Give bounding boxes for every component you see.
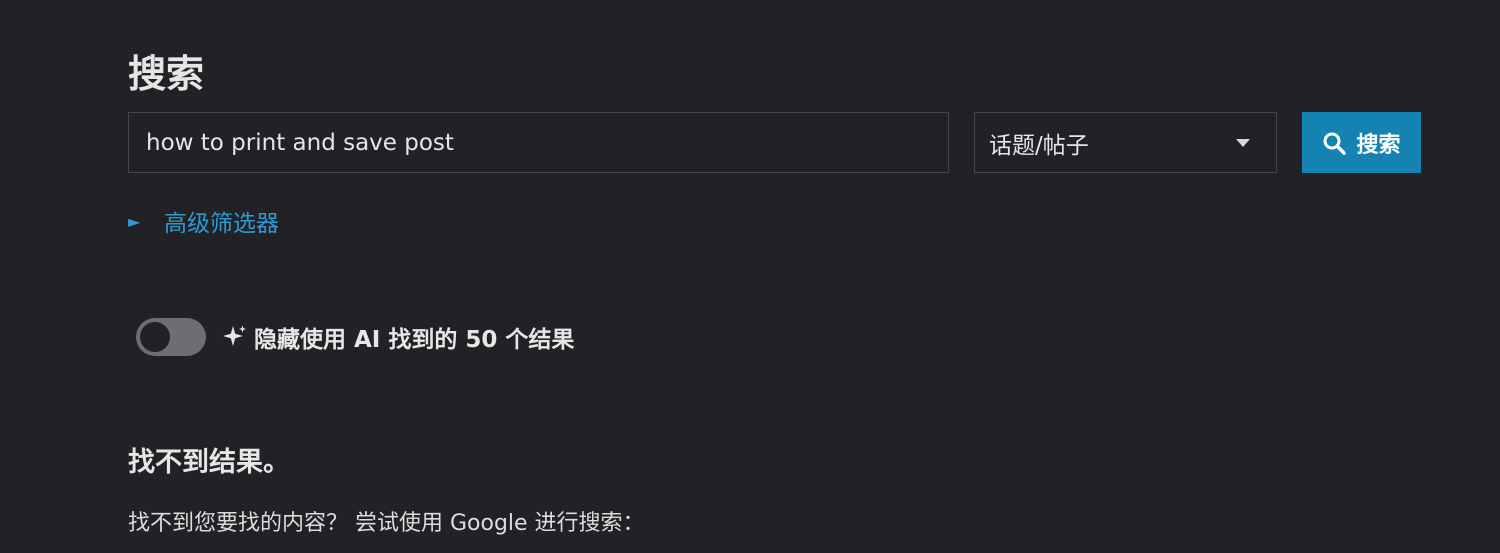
caret-down-icon	[1236, 138, 1250, 147]
ai-results-toggle[interactable]	[136, 318, 206, 356]
page-title: 搜索	[128, 52, 205, 96]
google-search-hint: 找不到您要找的内容？ 尝试使用 Google 进行搜索：	[128, 511, 645, 536]
ai-results-label: 隐藏使用 AI 找到的 50 个结果	[254, 327, 575, 353]
disclosure-triangle-icon: ►	[128, 211, 141, 231]
search-button-label: 搜索	[1356, 132, 1401, 158]
search-icon	[1323, 132, 1347, 155]
ai-results-row: 隐藏使用 AI 找到的 50 个结果	[136, 318, 574, 356]
search-button[interactable]: 搜索	[1302, 112, 1421, 173]
search-input[interactable]	[128, 112, 949, 173]
advanced-filters-label: 高级筛选器	[164, 211, 279, 237]
search-type-select[interactable]: 话题/帖子	[974, 112, 1277, 173]
sparkle-icon	[223, 325, 246, 346]
toggle-knob	[140, 322, 170, 352]
search-type-value: 话题/帖子	[989, 132, 1089, 159]
no-results-heading: 找不到结果。	[128, 447, 290, 478]
search-page: 搜索 话题/帖子 搜索 ► 高级筛选器 隐藏使用 AI 找到的 50 个结果 找…	[0, 0, 1500, 553]
advanced-filters-toggle[interactable]: ► 高级筛选器	[128, 204, 279, 238]
